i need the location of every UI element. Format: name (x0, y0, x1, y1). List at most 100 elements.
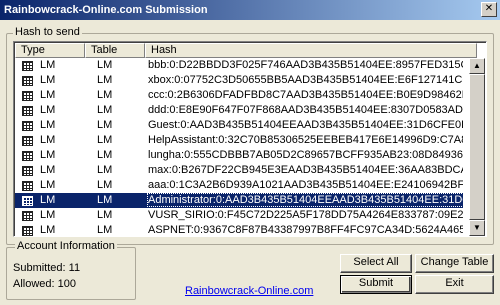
row-hash-cell: ASPNET:0:9367C8F87B43387997B8FF4FC97CA34… (145, 223, 463, 236)
table-row[interactable]: LM LM HelpAssistant:0:32C70B85306525EEBEB4… (15, 133, 463, 148)
row-type-cell: LM (15, 103, 85, 118)
row-type: LM (40, 179, 56, 191)
table-row[interactable]: LM LM ddd:0:E8E90F647F07F868AAD3B435B51404… (15, 103, 463, 118)
row-table: LM (97, 164, 113, 176)
row-table: LM (97, 119, 113, 131)
row-type: LM (40, 119, 56, 131)
scroll-thumb[interactable] (469, 74, 485, 220)
row-hash-cell: Guest:0:AAD3B435B51404EEAAD3B435B51404EE… (145, 118, 463, 133)
submitted-count: Submitted: 11 (13, 262, 81, 274)
row-hash: bbb:0:D22BBDD3F025F746AAD3B435B51404EE:8… (148, 59, 463, 71)
account-info-groupbox: Account Information Submitted: 11 Allowe… (6, 240, 136, 300)
change-table-button[interactable]: Change Table (415, 254, 494, 273)
row-hash: max:0:B267DF22CB945E3EAAD3B435B51404EE:3… (148, 164, 463, 176)
table-row[interactable]: LM LM VUSR_SIRIO:0:F45C72D225A5F178DD75A42… (15, 208, 463, 223)
row-type: LM (40, 74, 56, 86)
row-hash-cell: aaa:0:1C3A2B6D939A1021AAD3B435B51404EE:E… (145, 178, 463, 193)
grid-icon (22, 105, 33, 116)
row-type-cell: LM (15, 58, 85, 73)
row-type-cell: LM (15, 88, 85, 103)
row-type: LM (40, 194, 56, 206)
column-header-table[interactable]: Table (85, 43, 145, 58)
row-table: LM (97, 104, 113, 116)
row-hash: aaa:0:1C3A2B6D939A1021AAD3B435B51404EE:E… (148, 179, 463, 191)
grid-icon (22, 180, 33, 191)
row-table: LM (97, 149, 113, 161)
grid-icon (22, 120, 33, 131)
row-type: LM (40, 59, 56, 71)
table-row[interactable]: LM LM ASPNET:0:9367C8F87B43387997B8FF4FC97… (15, 223, 463, 236)
window-title: Rainbowcrack-Online.com Submission (4, 4, 208, 16)
row-type-cell: LM (15, 208, 85, 223)
grid-icon (22, 60, 33, 71)
scroll-up-icon: ▲ (473, 61, 481, 70)
table-row[interactable]: LM LM bbb:0:D22BBDD3F025F746AAD3B435B51404… (15, 58, 463, 73)
row-table: LM (97, 89, 113, 101)
row-hash-cell: max:0:B267DF22CB945E3EAAD3B435B51404EE:3… (145, 163, 463, 178)
table-row[interactable]: LM LM Guest:0:AAD3B435B51404EEAAD3B435B514… (15, 118, 463, 133)
table-row[interactable]: LM LM lungha:0:555CDBBB7AB05D2C89657BCFF93… (15, 148, 463, 163)
row-type: LM (40, 224, 56, 236)
grid-icon (22, 225, 33, 236)
table-row[interactable]: LM LM max:0:B267DF22CB945E3EAAD3B435B51404… (15, 163, 463, 178)
row-type-cell: LM (15, 223, 85, 236)
grid-icon (22, 195, 33, 206)
column-header-hash[interactable]: Hash (145, 43, 477, 58)
grid-icon (22, 210, 33, 221)
select-all-button[interactable]: Select All (340, 254, 412, 273)
vertical-scrollbar[interactable]: ▲ ▼ (469, 58, 485, 236)
row-hash: VUSR_SIRIO:0:F45C72D225A5F178DD75A4264E8… (148, 209, 463, 221)
row-hash: ASPNET:0:9367C8F87B43387997B8FF4FC97CA34… (148, 224, 463, 236)
submit-button[interactable]: Submit (340, 275, 412, 294)
row-type-cell: LM (15, 178, 85, 193)
row-hash-cell: Administrator:0:AAD3B435B51404EEAAD3B435… (145, 193, 463, 208)
row-table: LM (97, 134, 113, 146)
hash-listview[interactable]: Type Table Hash LM LM bbb:0:D22BBDD3F025F7… (13, 41, 487, 237)
row-table: LM (97, 224, 113, 236)
table-row[interactable]: LM LM ccc:0:2B6306DFADFBD8C7AAD3B435B51404… (15, 88, 463, 103)
grid-icon (22, 75, 33, 86)
row-hash: HelpAssistant:0:32C70B85306525EEBEB417E6… (148, 134, 463, 146)
website-link[interactable]: Rainbowcrack-Online.com (185, 285, 313, 297)
row-hash-cell: ccc:0:2B6306DFADFBD8C7AAD3B435B51404EE:B… (145, 88, 463, 103)
row-hash-cell: HelpAssistant:0:32C70B85306525EEBEB417E6… (145, 133, 463, 148)
row-hash: ddd:0:E8E90F647F07F868AAD3B435B51404EE:8… (148, 104, 463, 116)
allowed-count: Allowed: 100 (13, 278, 76, 290)
row-table: LM (97, 59, 113, 71)
row-type: LM (40, 104, 56, 116)
scroll-up-button[interactable]: ▲ (469, 58, 485, 74)
listview-body: LM LM bbb:0:D22BBDD3F025F746AAD3B435B51404… (15, 58, 463, 236)
column-header-type[interactable]: Type (15, 43, 85, 58)
table-row[interactable]: LM LM Administrator:0:AAD3B435B51404EEAAD3… (15, 193, 463, 208)
row-table: LM (97, 74, 113, 86)
row-type-cell: LM (15, 163, 85, 178)
row-table: LM (97, 209, 113, 221)
window-titlebar[interactable]: Rainbowcrack-Online.com Submission ✕ (0, 0, 500, 20)
scroll-down-icon: ▼ (473, 223, 481, 232)
grid-icon (22, 165, 33, 176)
row-type-cell: LM (15, 118, 85, 133)
row-type: LM (40, 164, 56, 176)
row-table: LM (97, 179, 113, 191)
row-hash-cell: lungha:0:555CDBBB7AB05D2C89657BCFF935AB2… (145, 148, 463, 163)
exit-button[interactable]: Exit (415, 275, 494, 294)
row-hash: xbox:0:07752C3D50655BB5AAD3B435B51404EE:… (148, 74, 463, 86)
account-info-label: Account Information (15, 240, 117, 252)
scroll-down-button[interactable]: ▼ (469, 220, 485, 236)
table-row[interactable]: LM LM aaa:0:1C3A2B6D939A1021AAD3B435B51404… (15, 178, 463, 193)
grid-icon (22, 150, 33, 161)
row-hash-cell: VUSR_SIRIO:0:F45C72D225A5F178DD75A4264E8… (145, 208, 463, 223)
row-hash: ccc:0:2B6306DFADFBD8C7AAD3B435B51404EE:B… (148, 89, 463, 101)
listview-header: Type Table Hash (15, 43, 477, 58)
row-hash: lungha:0:555CDBBB7AB05D2C89657BCFF935AB2… (148, 149, 463, 161)
row-type: LM (40, 134, 56, 146)
row-type: LM (40, 149, 56, 161)
row-type-cell: LM (15, 133, 85, 148)
close-button[interactable]: ✕ (481, 2, 497, 17)
table-row[interactable]: LM LM xbox:0:07752C3D50655BB5AAD3B435B5140… (15, 73, 463, 88)
row-hash-cell: ddd:0:E8E90F647F07F868AAD3B435B51404EE:8… (145, 103, 463, 118)
row-type-cell: LM (15, 73, 85, 88)
close-icon: ✕ (484, 3, 494, 14)
row-type-cell: LM (15, 148, 85, 163)
row-type: LM (40, 89, 56, 101)
